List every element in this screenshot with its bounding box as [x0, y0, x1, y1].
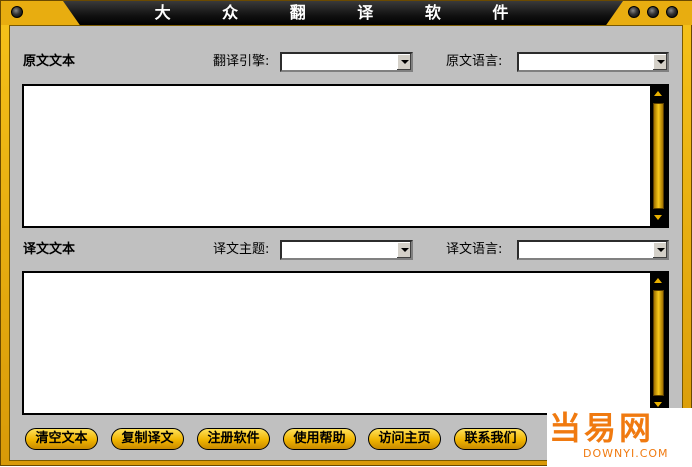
- clear-text-button[interactable]: 清空文本: [25, 428, 98, 450]
- target-text-heading: 译文文本: [23, 242, 76, 257]
- target-language-label: 译文语言:: [446, 242, 503, 257]
- target-scroll-thumb[interactable]: [653, 290, 664, 396]
- engine-label: 翻译引擎:: [213, 54, 270, 69]
- app-window: 大 众 翻 译 软 件 原文文本 翻译引擎: 原文语言: 译文文本 译文主题:: [0, 0, 692, 467]
- engine-select[interactable]: [280, 52, 413, 72]
- topic-select-value: [284, 243, 393, 257]
- source-language-dropdown-arrow-icon[interactable]: [652, 54, 667, 70]
- target-language-select[interactable]: [517, 240, 669, 260]
- source-scroll-thumb[interactable]: [653, 103, 664, 209]
- help-button[interactable]: 使用帮助: [283, 428, 356, 450]
- source-language-select-value: [521, 55, 649, 69]
- source-scroll-down-icon[interactable]: [651, 211, 666, 225]
- close-button-icon[interactable]: [666, 6, 678, 18]
- register-software-button[interactable]: 注册软件: [197, 428, 270, 450]
- source-language-label: 原文语言:: [446, 54, 503, 69]
- topic-select[interactable]: [280, 240, 413, 260]
- maximize-button-icon[interactable]: [647, 6, 659, 18]
- topic-label: 译文主题:: [213, 242, 270, 257]
- system-menu-icon[interactable]: [11, 6, 23, 18]
- source-text-heading: 原文文本: [23, 54, 76, 69]
- visit-homepage-button[interactable]: 访问主页: [368, 428, 441, 450]
- window-title: 大 众 翻 译 软 件: [154, 3, 532, 22]
- target-text-area[interactable]: [22, 271, 669, 415]
- copy-translation-button[interactable]: 复制译文: [111, 428, 184, 450]
- target-language-select-value: [521, 243, 649, 257]
- watermark-main-text: 当易网: [549, 409, 655, 447]
- engine-dropdown-arrow-icon[interactable]: [396, 54, 411, 70]
- source-scroll-up-icon[interactable]: [651, 87, 666, 101]
- source-language-select[interactable]: [517, 52, 669, 72]
- target-language-dropdown-arrow-icon[interactable]: [652, 242, 667, 258]
- watermark-logo: 当易网 DOWNYI.COM: [547, 408, 692, 467]
- minimize-button-icon[interactable]: [628, 6, 640, 18]
- target-scroll-up-icon[interactable]: [651, 274, 666, 288]
- client-area: 原文文本 翻译引擎: 原文语言: 译文文本 译文主题: 译文语言:: [9, 25, 683, 461]
- engine-select-value: [284, 55, 393, 69]
- watermark-sub-text: DOWNYI.COM: [583, 447, 669, 460]
- source-text-area[interactable]: [22, 84, 669, 228]
- source-scrollbar[interactable]: [650, 86, 667, 226]
- contact-us-button[interactable]: 联系我们: [454, 428, 527, 450]
- title-bar[interactable]: 大 众 翻 译 软 件: [1, 1, 692, 25]
- target-scrollbar[interactable]: [650, 273, 667, 413]
- topic-dropdown-arrow-icon[interactable]: [396, 242, 411, 258]
